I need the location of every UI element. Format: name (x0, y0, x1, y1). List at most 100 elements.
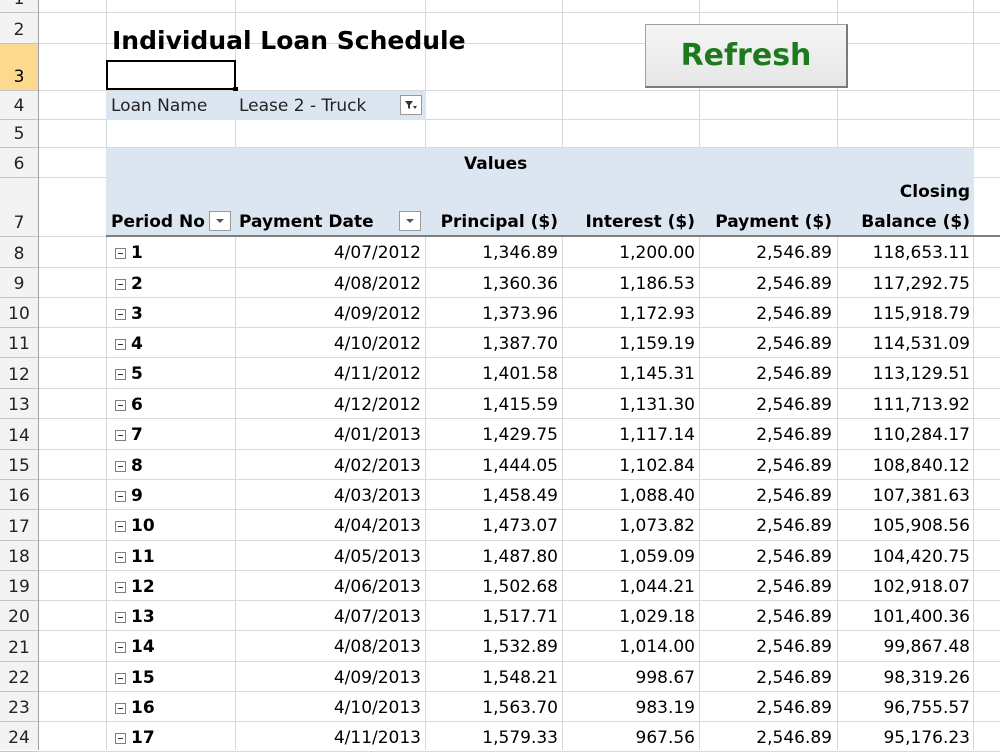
period-cell[interactable]: 16 (115, 698, 155, 718)
payment-date-dropdown-button[interactable] (399, 211, 421, 231)
period-number: 7 (131, 425, 143, 445)
period-cell[interactable]: 2 (115, 274, 143, 294)
payment-date-cell: 4/06/2013 (333, 577, 421, 597)
collapse-minus-icon[interactable] (115, 460, 126, 472)
row-header-column: 123456789101112131415161718192021222324 (0, 0, 39, 752)
row-header-14[interactable]: 14 (0, 419, 38, 450)
row-header-6[interactable]: 6 (0, 148, 38, 178)
period-cell[interactable]: 6 (115, 395, 143, 415)
payment-cell: 2,546.89 (756, 516, 832, 536)
period-cell[interactable]: 7 (115, 425, 143, 445)
pivot-header-divider (106, 235, 1000, 237)
filter-funnel-icon (405, 101, 417, 109)
payment-cell: 2,546.89 (756, 304, 832, 324)
row-header-11[interactable]: 11 (0, 328, 38, 358)
closing-balance-cell: 96,755.57 (883, 698, 970, 718)
grid-row-line (38, 691, 1000, 692)
row-header-23[interactable]: 23 (0, 692, 38, 722)
selected-cell[interactable] (106, 60, 238, 92)
payment-cell: 2,546.89 (756, 334, 832, 354)
collapse-minus-icon[interactable] (115, 429, 126, 441)
collapse-minus-icon[interactable] (115, 551, 126, 563)
row-header-4[interactable]: 4 (0, 91, 38, 120)
period-number: 10 (131, 516, 155, 536)
period-cell[interactable]: 13 (115, 607, 155, 627)
collapse-minus-icon[interactable] (115, 672, 126, 684)
filter-dropdown-button[interactable] (400, 95, 422, 115)
column-header-closing-line2: Balance ($) (861, 212, 970, 232)
period-cell[interactable]: 9 (115, 486, 143, 506)
collapse-minus-icon[interactable] (115, 702, 126, 714)
closing-balance-cell: 105,908.56 (872, 516, 970, 536)
row-header-9[interactable]: 9 (0, 268, 38, 298)
row-header-17[interactable]: 17 (0, 510, 38, 541)
row-header-5[interactable]: 5 (0, 120, 38, 148)
principal-cell: 1,458.49 (482, 486, 558, 506)
period-cell[interactable]: 4 (115, 334, 143, 354)
collapse-minus-icon[interactable] (115, 641, 126, 653)
collapse-minus-icon[interactable] (115, 490, 126, 502)
row-header-18[interactable]: 18 (0, 541, 38, 571)
row-header-15[interactable]: 15 (0, 450, 38, 480)
payment-date-cell: 4/03/2013 (333, 486, 421, 506)
period-cell[interactable]: 8 (115, 456, 143, 476)
collapse-minus-icon[interactable] (115, 399, 126, 411)
collapse-minus-icon[interactable] (115, 581, 126, 593)
interest-cell: 1,088.40 (619, 486, 695, 506)
grid-row-line (38, 509, 1000, 510)
filter-label: Loan Name (111, 96, 208, 116)
row-header-3[interactable]: 3 (0, 44, 38, 91)
refresh-button[interactable]: Refresh (645, 24, 848, 88)
collapse-minus-icon[interactable] (115, 308, 126, 320)
row-header-21[interactable]: 21 (0, 631, 38, 662)
collapse-minus-icon[interactable] (115, 368, 126, 380)
row-header-19[interactable]: 19 (0, 571, 38, 601)
interest-cell: 1,059.09 (619, 547, 695, 567)
collapse-minus-icon[interactable] (115, 278, 126, 290)
row-header-16[interactable]: 16 (0, 480, 38, 510)
row-header-22[interactable]: 22 (0, 662, 38, 692)
principal-cell: 1,532.89 (482, 637, 558, 657)
interest-cell: 1,159.19 (619, 334, 695, 354)
row-header-2[interactable]: 2 (0, 13, 38, 44)
column-header-interest: Interest ($) (585, 212, 695, 232)
interest-cell: 1,131.30 (619, 395, 695, 415)
row-header-24[interactable]: 24 (0, 722, 38, 752)
row-header-10[interactable]: 10 (0, 298, 38, 328)
period-cell[interactable]: 11 (115, 547, 155, 567)
filter-value: Lease 2 - Truck (239, 96, 367, 116)
period-cell[interactable]: 5 (115, 364, 143, 384)
payment-date-cell: 4/05/2013 (333, 547, 421, 567)
payment-date-cell: 4/02/2013 (333, 456, 421, 476)
collapse-minus-icon[interactable] (115, 520, 126, 532)
grid-row-line (38, 327, 1000, 328)
period-cell[interactable]: 17 (115, 728, 155, 748)
period-number: 11 (131, 547, 155, 567)
row-header-12[interactable]: 12 (0, 358, 38, 389)
row-header-13[interactable]: 13 (0, 389, 38, 419)
period-cell[interactable]: 3 (115, 304, 143, 324)
closing-balance-cell: 117,292.75 (872, 274, 970, 294)
interest-cell: 1,044.21 (619, 577, 695, 597)
collapse-minus-icon[interactable] (115, 732, 126, 744)
collapse-minus-icon[interactable] (115, 247, 126, 259)
closing-balance-cell: 108,840.12 (872, 456, 970, 476)
period-cell[interactable]: 10 (115, 516, 155, 536)
period-cell[interactable]: 14 (115, 637, 155, 657)
row-header-1[interactable]: 1 (0, 0, 38, 13)
interest-cell: 1,145.31 (619, 364, 695, 384)
collapse-minus-icon[interactable] (115, 611, 126, 623)
period-cell[interactable]: 12 (115, 577, 155, 597)
period-cell[interactable]: 1 (115, 243, 143, 263)
row-header-7[interactable]: 7 (0, 178, 38, 237)
row-header-8[interactable]: 8 (0, 237, 38, 268)
interest-cell: 983.19 (635, 698, 695, 718)
principal-cell: 1,517.71 (482, 607, 558, 627)
principal-cell: 1,415.59 (482, 395, 558, 415)
collapse-minus-icon[interactable] (115, 338, 126, 350)
payment-date-cell: 4/08/2012 (333, 274, 421, 294)
period-no-dropdown-button[interactable] (209, 211, 231, 231)
period-cell[interactable]: 15 (115, 668, 155, 688)
period-number: 6 (131, 395, 143, 415)
row-header-20[interactable]: 20 (0, 601, 38, 631)
